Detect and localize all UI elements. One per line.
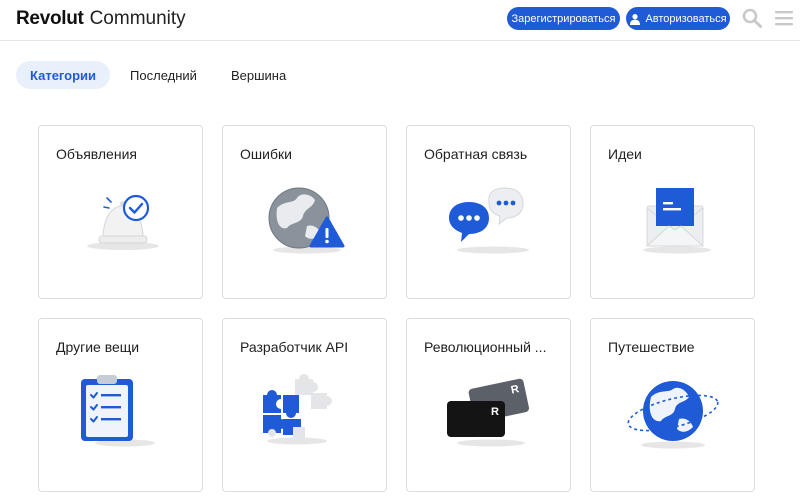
tab-latest[interactable]: Последний [116, 61, 211, 89]
puzzle-pieces-icon [263, 374, 332, 445]
category-title: Разработчик API [240, 339, 349, 355]
login-button[interactable]: Авторизоваться [626, 7, 730, 30]
logo-brand: Revolut [16, 8, 84, 29]
globe-orbit-icon [627, 381, 719, 449]
clipboard-checklist-icon [81, 375, 155, 447]
tab-categories[interactable]: Категории [16, 61, 111, 89]
category-card-revolutionary[interactable]: Революционный ... R R [406, 318, 571, 492]
category-title: Другие вещи [56, 339, 140, 355]
category-grid: Объявления Ошибки Обратная связь Идеи Др… [38, 125, 755, 492]
globe-warning-icon [268, 187, 345, 254]
envelope-icon [643, 188, 711, 254]
category-card-ideas[interactable]: Идеи [590, 125, 755, 299]
category-card-bugs[interactable]: Ошибки [222, 125, 387, 299]
tab-top[interactable]: Вершина [217, 61, 300, 89]
register-button[interactable]: Зарегистрироваться [507, 7, 620, 30]
category-card-developer-api[interactable]: Разработчик API [222, 318, 387, 492]
bell-check-icon [87, 194, 159, 250]
category-card-travel[interactable]: Путешествие [590, 318, 755, 492]
chat-bubbles-icon [449, 187, 529, 254]
category-card-announcements[interactable]: Объявления [38, 125, 203, 299]
logo-community: Community [89, 8, 186, 29]
svg-text:R: R [491, 406, 499, 418]
category-card-other[interactable]: Другие вещи [38, 318, 203, 492]
category-title: Революционный ... [424, 339, 547, 355]
login-button-label: Авторизоваться [645, 12, 727, 25]
category-title: Обратная связь [424, 146, 528, 162]
category-title: Идеи [608, 146, 642, 162]
category-title: Объявления [56, 146, 137, 162]
hamburger-menu-icon[interactable] [774, 9, 794, 27]
category-nav: Категории Последний Вершина [16, 61, 300, 89]
cards-icon: R R [447, 378, 530, 447]
user-icon [630, 13, 641, 25]
site-logo[interactable]: Revolut Community [16, 8, 186, 30]
category-card-feedback[interactable]: Обратная связь [406, 125, 571, 299]
search-icon[interactable] [742, 8, 762, 28]
category-title: Ошибки [240, 146, 292, 162]
category-title: Путешествие [608, 339, 695, 355]
top-header: Revolut Community Зарегистрироваться Авт… [0, 0, 800, 41]
